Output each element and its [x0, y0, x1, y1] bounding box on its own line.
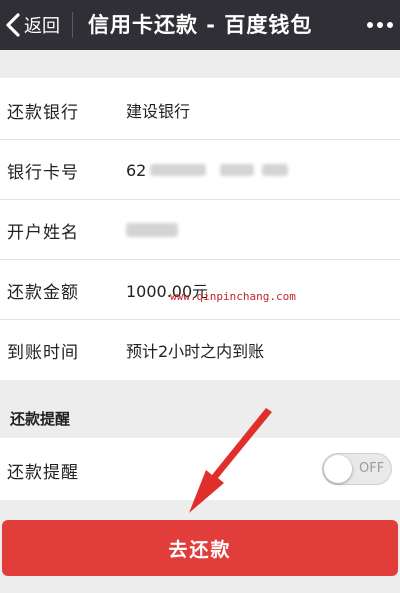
- detail-label: 还款银行: [7, 102, 79, 123]
- detail-row-card-number: 银行卡号 62: [0, 140, 400, 200]
- detail-value: 预计2小时之内到账: [126, 342, 265, 361]
- detail-label: 银行卡号: [7, 162, 79, 183]
- detail-row-arrival-time: 到账时间 预计2小时之内到账: [0, 320, 400, 380]
- reminder-toggle-row: 还款提醒 OFF: [0, 438, 400, 500]
- masked-card-digits: [262, 164, 289, 176]
- detail-label: 开户姓名: [7, 222, 79, 243]
- toggle-state-text: OFF: [359, 461, 385, 476]
- navbar-divider: [72, 12, 73, 38]
- masked-account-name: [126, 223, 178, 237]
- detail-label: 还款金额: [7, 282, 79, 303]
- navigation-bar: 返回 信用卡还款 - 百度钱包: [0, 0, 400, 50]
- chevron-left-icon: [6, 13, 20, 37]
- section-title: 还款提醒: [10, 410, 71, 428]
- toggle-knob: [324, 455, 352, 483]
- masked-card-digits: [150, 164, 207, 176]
- watermark-text: www.qinpinchang.com: [170, 290, 296, 303]
- masked-card-digits: [220, 164, 255, 176]
- detail-value-group: 62: [126, 160, 289, 180]
- bottom-spacer: [0, 576, 400, 593]
- reminder-toggle[interactable]: OFF: [322, 453, 392, 485]
- page-title: 信用卡还款 - 百度钱包: [88, 13, 313, 37]
- back-button[interactable]: 返回: [4, 7, 60, 43]
- detail-value: 建设银行: [126, 102, 191, 121]
- reminder-section-header: 还款提醒: [0, 380, 400, 438]
- detail-row-account-name: 开户姓名: [0, 200, 400, 260]
- detail-label: 到账时间: [7, 342, 79, 363]
- app-screen: 返回 信用卡还款 - 百度钱包 还款银行 建设银行 银行卡号 62 开户姓名 还…: [0, 0, 400, 593]
- more-icon[interactable]: [360, 10, 396, 40]
- detail-value-group: [126, 223, 178, 237]
- top-spacer: [0, 50, 400, 78]
- repayment-details-card: 还款银行 建设银行 银行卡号 62 开户姓名 还款金额 1000.00元 到账时…: [0, 78, 400, 380]
- detail-row-bank: 还款银行 建设银行: [0, 80, 400, 140]
- card-number-prefix: 62: [126, 160, 147, 180]
- reminder-label: 还款提醒: [7, 463, 79, 483]
- back-label: 返回: [24, 16, 60, 37]
- go-repay-button[interactable]: 去还款: [2, 520, 398, 576]
